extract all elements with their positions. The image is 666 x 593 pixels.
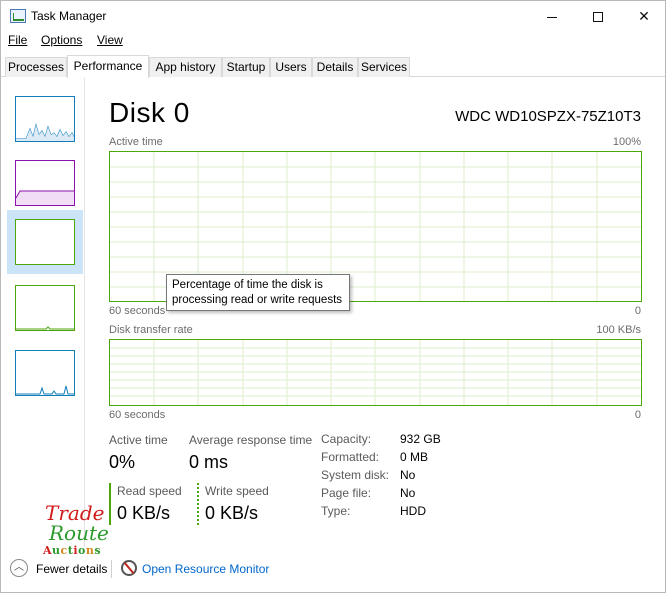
active-time-graph-min: 0 bbox=[634, 305, 641, 317]
capacity-value: 932 GB bbox=[400, 432, 441, 446]
tab-label: Details bbox=[316, 60, 354, 74]
disk-title: Disk 0 bbox=[109, 97, 190, 128]
window-title: Task Manager bbox=[31, 9, 107, 23]
tab-label: Processes bbox=[7, 60, 65, 74]
system-disk-key: System disk: bbox=[321, 468, 390, 482]
sidebar-item-disk0[interactable] bbox=[7, 210, 83, 274]
active-time-value: 0% bbox=[109, 452, 136, 472]
tab-bar: Processes Performance App history Startu… bbox=[3, 55, 663, 78]
disk-model: WDC WD10SPZX-75Z10T3 bbox=[455, 108, 641, 125]
task-manager-icon bbox=[10, 9, 26, 23]
avg-response-label: Average response time bbox=[189, 433, 313, 447]
active-time-graph-max: 100% bbox=[612, 136, 641, 148]
transfer-rate-graph[interactable] bbox=[109, 339, 642, 406]
close-icon: ✕ bbox=[638, 8, 650, 24]
logo-text-route: Route bbox=[49, 521, 109, 545]
maximize-button[interactable] bbox=[575, 1, 621, 31]
tab-processes[interactable]: Processes bbox=[5, 57, 67, 77]
ethernet-thumbnail bbox=[15, 350, 75, 396]
cpu-thumbnail bbox=[15, 96, 75, 142]
transfer-rate-graph-max: 100 KB/s bbox=[596, 324, 641, 336]
formatted-value: 0 MB bbox=[400, 450, 429, 464]
active-time-graph-label: Active time bbox=[109, 136, 163, 148]
transfer-rate-graph-min: 0 bbox=[634, 409, 641, 421]
sidebar-item-cpu[interactable] bbox=[7, 87, 83, 151]
task-manager-window: Task Manager ✕ File Options View Process… bbox=[0, 0, 666, 593]
tab-users[interactable]: Users bbox=[270, 57, 312, 77]
tab-performance[interactable]: Performance bbox=[67, 55, 149, 78]
footer-divider bbox=[111, 560, 112, 578]
minimize-button[interactable] bbox=[529, 1, 575, 31]
write-speed-label: Write speed bbox=[205, 484, 269, 498]
close-button[interactable]: ✕ bbox=[621, 1, 666, 31]
page-file-value: No bbox=[400, 486, 416, 500]
menu-file-label: File bbox=[8, 33, 28, 47]
active-time-tooltip: Percentage of time the disk is processin… bbox=[166, 274, 350, 311]
type-value: HDD bbox=[400, 504, 426, 518]
disk1-sparkline bbox=[16, 326, 74, 330]
cpu-sparkline bbox=[16, 123, 75, 141]
menu-file[interactable]: File bbox=[8, 33, 27, 47]
read-speed-label: Read speed bbox=[117, 484, 182, 498]
menu-view-label: View bbox=[97, 33, 123, 47]
fewer-details-button[interactable]: Fewer details bbox=[36, 562, 107, 576]
sidebar-item-disk1[interactable] bbox=[7, 276, 83, 340]
tab-label: Services bbox=[360, 60, 407, 74]
trade-route-auctions-logo: Trade Route Auctions bbox=[43, 501, 115, 559]
tab-label: Performance bbox=[73, 59, 143, 73]
transfer-rate-graph-label: Disk transfer rate bbox=[109, 324, 193, 336]
type-key: Type: bbox=[321, 504, 351, 518]
write-speed-indicator bbox=[197, 483, 199, 525]
menu-options[interactable]: Options bbox=[41, 33, 82, 47]
disk1-thumbnail bbox=[15, 285, 75, 331]
chevron-up-icon[interactable]: ︿ bbox=[10, 559, 28, 577]
sidebar-item-ethernet[interactable] bbox=[7, 341, 83, 405]
tab-startup[interactable]: Startup bbox=[222, 57, 270, 77]
transfer-rate-graph-span: 60 seconds bbox=[109, 409, 166, 421]
tab-app-history[interactable]: App history bbox=[149, 57, 222, 77]
tab-services[interactable]: Services bbox=[358, 57, 410, 77]
memory-thumbnail bbox=[15, 160, 75, 206]
resource-monitor-icon[interactable] bbox=[121, 560, 137, 576]
maximize-icon bbox=[593, 12, 603, 23]
tooltip-line-2: processing read or write requests bbox=[172, 294, 343, 306]
capacity-key: Capacity: bbox=[321, 432, 372, 446]
open-resource-monitor-link[interactable]: Open Resource Monitor bbox=[142, 562, 269, 576]
minimize-icon bbox=[547, 16, 557, 18]
active-time-graph-span: 60 seconds bbox=[109, 305, 166, 317]
menu-options-label: Options bbox=[41, 33, 83, 47]
transfer-rate-grid bbox=[110, 340, 641, 405]
system-disk-value: No bbox=[400, 468, 416, 482]
active-time-label: Active time bbox=[109, 433, 168, 447]
ethernet-sparkline bbox=[16, 385, 74, 395]
disk0-thumbnail bbox=[15, 219, 75, 265]
sidebar-item-memory[interactable] bbox=[7, 151, 83, 215]
tab-details[interactable]: Details bbox=[312, 57, 358, 77]
tab-label: Users bbox=[275, 60, 307, 74]
performance-sidebar bbox=[1, 77, 85, 547]
tooltip-line-1: Percentage of time the disk is bbox=[172, 279, 323, 291]
read-speed-value: 0 KB/s bbox=[117, 503, 171, 523]
tab-label: App history bbox=[155, 60, 216, 74]
tab-label: Startup bbox=[226, 60, 266, 74]
memory-sparkline bbox=[15, 190, 74, 205]
avg-response-value: 0 ms bbox=[189, 452, 229, 472]
write-speed-value: 0 KB/s bbox=[205, 503, 259, 523]
formatted-key: Formatted: bbox=[321, 450, 380, 464]
page-file-key: Page file: bbox=[321, 486, 372, 500]
title-bar[interactable]: Task Manager ✕ bbox=[1, 1, 665, 31]
menu-view[interactable]: View bbox=[97, 33, 123, 47]
footer-bar: ︿ Fewer details Open Resource Monitor bbox=[1, 556, 665, 582]
